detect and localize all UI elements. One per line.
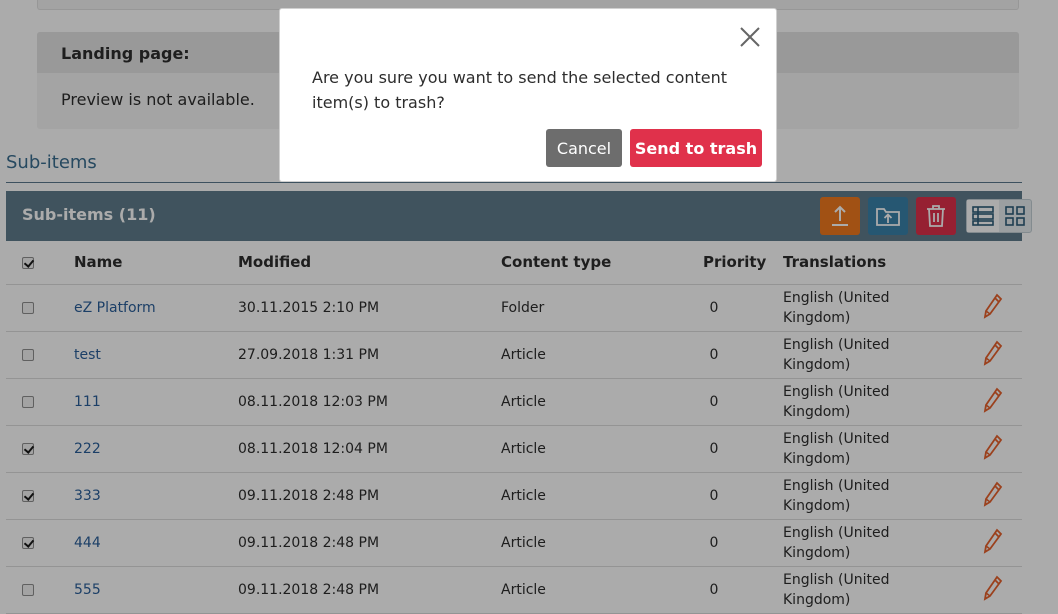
cancel-button[interactable]: Cancel: [546, 129, 622, 167]
close-icon: [740, 27, 760, 47]
close-button[interactable]: [738, 25, 762, 49]
confirm-send-to-trash-button[interactable]: Send to trash: [630, 129, 762, 167]
dialog-message: Are you sure you want to send the select…: [312, 68, 728, 112]
confirm-trash-dialog: Are you sure you want to send the select…: [279, 8, 777, 182]
